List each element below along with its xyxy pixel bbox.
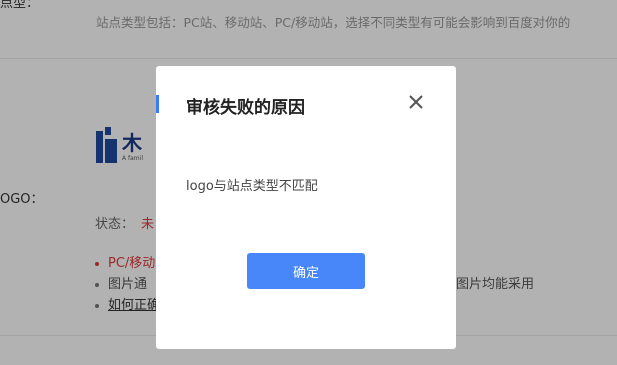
close-icon[interactable] <box>406 92 426 112</box>
title-accent-bar <box>156 95 159 113</box>
confirm-button[interactable]: 确定 <box>247 253 365 289</box>
dialog-title: 审核失败的原因 <box>186 98 305 118</box>
dialog-message: logo与站点类型不匹配 <box>186 179 318 194</box>
audit-failure-dialog: 审核失败的原因 logo与站点类型不匹配 确定 <box>156 66 456 349</box>
